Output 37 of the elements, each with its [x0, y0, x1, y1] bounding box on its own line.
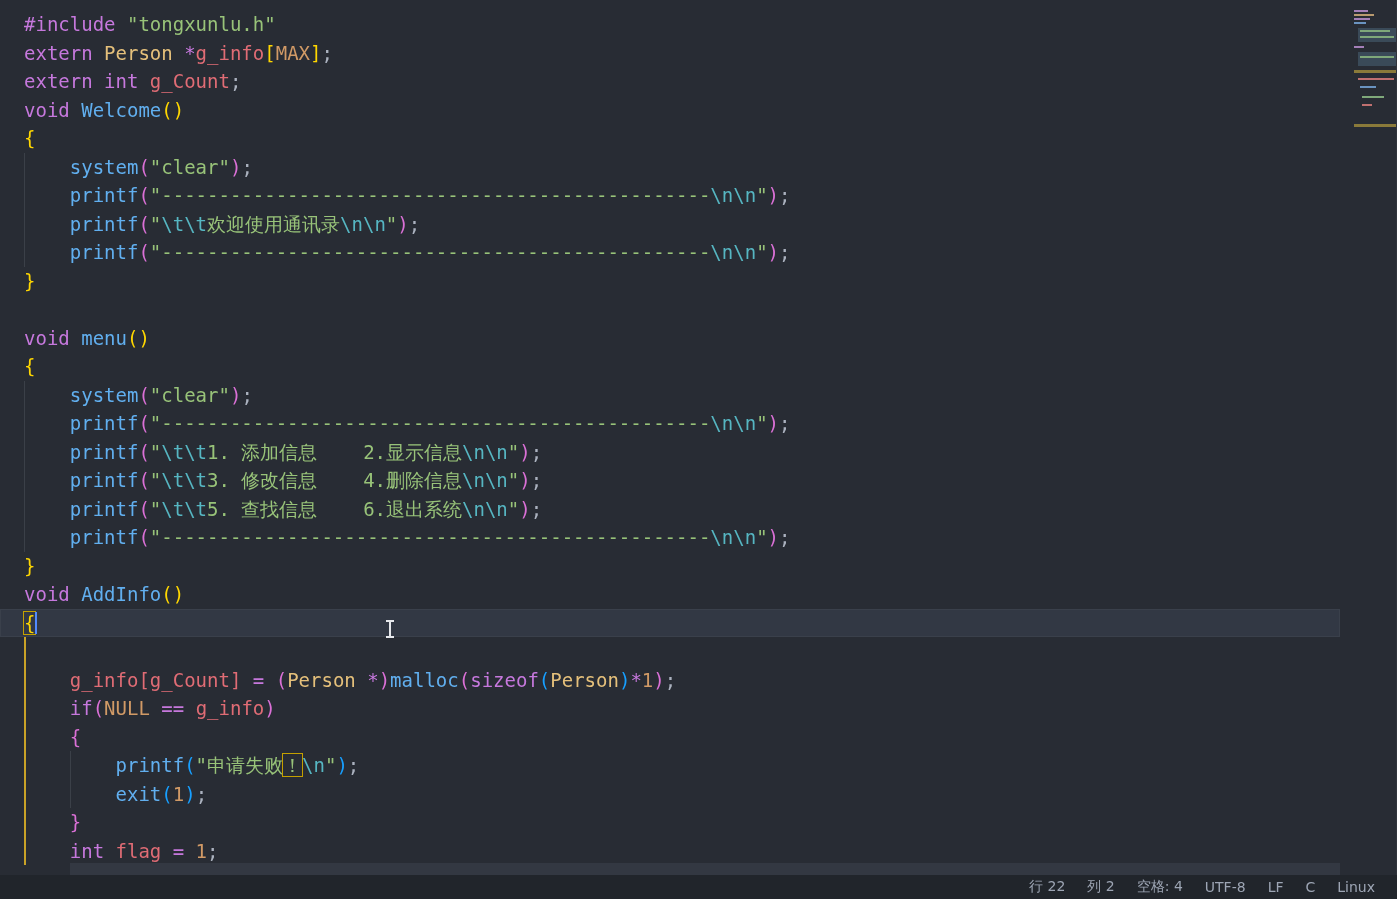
status-item[interactable]: 空格: 4 — [1136, 878, 1183, 896]
code-line: if(NULL == g_info) — [68, 696, 276, 721]
code-line: void AddInfo() — [24, 582, 185, 607]
text-cursor — [35, 611, 38, 634]
status-item[interactable]: UTF-8 — [1204, 879, 1246, 895]
code-line: g_info[g_Count] = (Person *)malloc(sizeof(Person)*1); — [68, 667, 677, 692]
code-line: } — [24, 553, 36, 578]
status-item[interactable]: 列 2 — [1087, 878, 1115, 896]
code-line: { — [24, 126, 36, 151]
code-line: extern int g_Count; — [24, 69, 242, 94]
code-line: { — [68, 724, 82, 749]
code-line: printf("------------------------------------------------\n\n"); — [68, 240, 791, 265]
code-line: printf("\t\t5. 查找信息 6.退出系统\n\n"); — [68, 496, 543, 521]
status-item[interactable]: Linux — [1337, 879, 1375, 895]
code-line: printf("\t\t 1. 添加信息 2.显示信息\n\n"); — [68, 439, 543, 464]
status-item[interactable]: LF — [1267, 879, 1284, 895]
code-line: exit(1); — [114, 781, 208, 806]
code-line: printf("------------------------------------------------\n\n"); — [68, 183, 791, 208]
code-line: printf("申请失败！\n"); — [114, 753, 360, 778]
i-beam-pointer-icon — [386, 620, 394, 638]
code-line: { — [24, 610, 36, 635]
code-line: void menu() — [24, 325, 150, 350]
code-line: int flag = 1; — [68, 838, 219, 863]
code-line: { — [24, 354, 36, 379]
code-line: printf("------------------------------------------------\n\n"); — [68, 525, 791, 550]
code-line: } — [24, 268, 36, 293]
code-line: printf("\t\t3. 修改信息 4.删除信息\n\n"); — [68, 468, 543, 493]
code-line: void Welcome() — [24, 97, 185, 122]
code-line: #include "tongxunlu.h" — [24, 12, 276, 37]
code-line: extern Person *g_info[MAX]; — [24, 40, 333, 65]
code-line: } — [68, 810, 82, 835]
code-line: system("clear"); — [68, 154, 253, 179]
status-item[interactable]: C — [1305, 879, 1316, 895]
code-line: printf("------------------------------------------------\n\n"); — [68, 411, 791, 436]
code-line: printf("\t\t欢迎使用通讯录\n\n"); — [68, 211, 421, 236]
status-item[interactable]: 行 22 — [1029, 878, 1066, 896]
code-line: system("clear"); — [68, 382, 253, 407]
